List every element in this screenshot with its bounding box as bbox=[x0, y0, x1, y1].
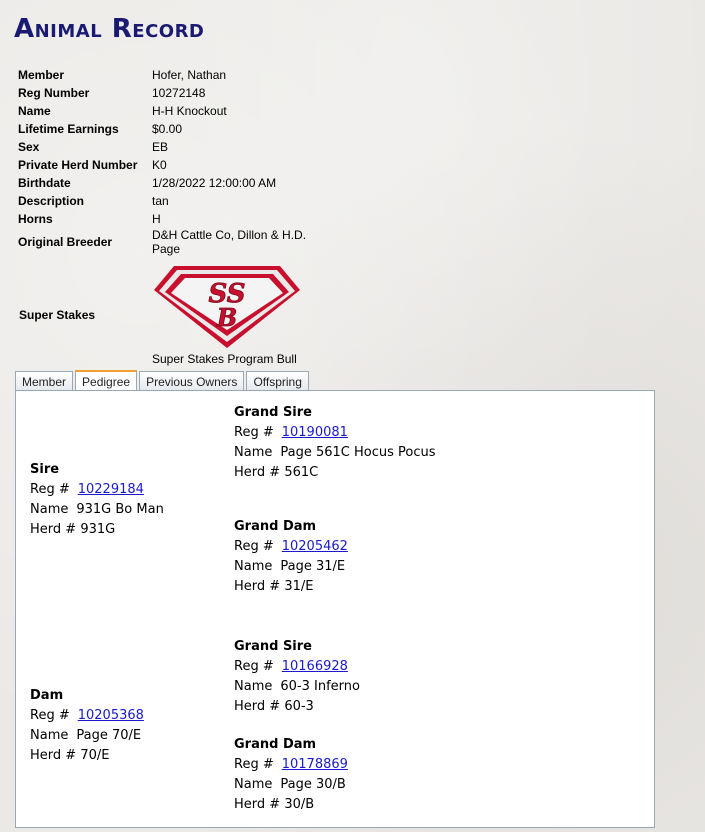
dam-block: Dam Reg # 10205368 Name Page 70/E Herd # 7… bbox=[30, 686, 144, 766]
name-value: Page 70/E bbox=[76, 728, 142, 743]
herd-value: 60-3 bbox=[284, 699, 314, 714]
name-value: Page 561C Hocus Pocus bbox=[280, 445, 436, 460]
block-title: Grand Dam bbox=[234, 737, 317, 752]
record-row-birthdate: Birthdate 1/28/2022 12:00:00 AM bbox=[16, 174, 314, 192]
herd-label: Herd # bbox=[234, 579, 281, 594]
reg-link[interactable]: 10190081 bbox=[282, 425, 348, 440]
name-label: Name bbox=[30, 728, 69, 743]
super-stakes-logo-bottom-text: B bbox=[216, 303, 237, 332]
animal-record-table: Member Hofer, Nathan Reg Number 10272148… bbox=[16, 66, 314, 256]
reg-link[interactable]: 10205462 bbox=[282, 539, 348, 554]
page-title: Animal Record bbox=[14, 14, 205, 44]
reg-label: Reg # bbox=[30, 482, 70, 497]
record-value: $0.00 bbox=[152, 122, 183, 136]
reg-link[interactable]: 10178869 bbox=[282, 757, 348, 772]
record-label: Private Herd Number bbox=[18, 158, 138, 172]
herd-label: Herd # bbox=[30, 522, 77, 537]
herd-value: 561C bbox=[284, 465, 319, 480]
record-value: D&H Cattle Co, Dillon & H.D. Page bbox=[152, 228, 307, 256]
name-value: 931G Bo Man bbox=[76, 502, 164, 517]
name-label: Name bbox=[234, 559, 273, 574]
record-row-description: Description tan bbox=[16, 192, 314, 210]
record-label: Description bbox=[18, 194, 85, 208]
super-stakes-logo: SS B bbox=[154, 266, 300, 348]
record-row-reg-number: Reg Number 10272148 bbox=[16, 84, 314, 102]
record-value: Hofer, Nathan bbox=[152, 68, 227, 82]
herd-value: 31/E bbox=[284, 579, 314, 594]
record-value: K0 bbox=[152, 158, 167, 172]
record-row-name: Name H-H Knockout bbox=[16, 102, 314, 120]
herd-value: 30/B bbox=[284, 797, 315, 812]
tab-previous-owners[interactable]: Previous Owners bbox=[139, 371, 245, 391]
reg-link[interactable]: 10166928 bbox=[282, 659, 348, 674]
reg-label: Reg # bbox=[234, 539, 274, 554]
record-value: 1/28/2022 12:00:00 AM bbox=[152, 176, 277, 190]
record-value: EB bbox=[152, 140, 169, 154]
herd-label: Herd # bbox=[234, 797, 281, 812]
record-label: Reg Number bbox=[18, 86, 90, 100]
block-title: Dam bbox=[30, 688, 64, 703]
herd-label: Herd # bbox=[30, 748, 77, 763]
record-label: Birthdate bbox=[18, 176, 71, 190]
tab-pedigree[interactable]: Pedigree bbox=[75, 370, 138, 392]
herd-value: 70/E bbox=[80, 748, 110, 763]
name-label: Name bbox=[234, 679, 273, 694]
super-stakes-caption: Super Stakes Program Bull bbox=[152, 352, 297, 366]
record-label: Original Breeder bbox=[18, 235, 113, 249]
reg-link[interactable]: 10229184 bbox=[78, 482, 144, 497]
herd-value: 931G bbox=[80, 522, 116, 537]
super-stakes-label: Super Stakes bbox=[19, 308, 96, 322]
record-row-sex: Sex EB bbox=[16, 138, 314, 156]
reg-label: Reg # bbox=[30, 708, 70, 723]
name-value: Page 31/E bbox=[280, 559, 346, 574]
tab-offspring[interactable]: Offspring bbox=[246, 371, 309, 391]
record-value: H bbox=[152, 212, 161, 226]
pedigree-panel: Grand Sire Reg # 10190081 Name Page 561C H… bbox=[15, 390, 655, 828]
sire-block: Sire Reg # 10229184 Name 931G Bo Man Herd … bbox=[30, 460, 164, 540]
name-label: Name bbox=[30, 502, 69, 517]
sire-grand-sire-block: Grand Sire Reg # 10190081 Name Page 561C H… bbox=[234, 403, 436, 483]
reg-label: Reg # bbox=[234, 757, 274, 772]
tab-member[interactable]: Member bbox=[15, 371, 74, 391]
record-tabs: Member Pedigree Previous Owners Offsprin… bbox=[15, 370, 309, 392]
dam-grand-sire-block: Grand Sire Reg # 10166928 Name 60-3 Infern… bbox=[234, 637, 360, 717]
record-row-horns: Horns H bbox=[16, 210, 314, 228]
herd-label: Herd # bbox=[234, 465, 281, 480]
sire-grand-dam-block: Grand Dam Reg # 10205462 Name Page 31/E He… bbox=[234, 517, 348, 597]
name-value: Page 30/B bbox=[280, 777, 346, 792]
record-row-member: Member Hofer, Nathan bbox=[16, 66, 314, 84]
record-label: Sex bbox=[18, 140, 40, 154]
record-label: Horns bbox=[18, 212, 53, 226]
record-label: Name bbox=[18, 104, 51, 118]
reg-label: Reg # bbox=[234, 659, 274, 674]
dam-grand-dam-block: Grand Dam Reg # 10178869 Name Page 30/B He… bbox=[234, 735, 348, 815]
name-label: Name bbox=[234, 445, 273, 460]
name-label: Name bbox=[234, 777, 273, 792]
record-row-private-herd-number: Private Herd Number K0 bbox=[16, 156, 314, 174]
record-value: 10272148 bbox=[152, 86, 206, 100]
record-label: Member bbox=[18, 68, 65, 82]
record-row-lifetime-earnings: Lifetime Earnings $0.00 bbox=[16, 120, 314, 138]
reg-link[interactable]: 10205368 bbox=[78, 708, 144, 723]
record-value: H-H Knockout bbox=[152, 104, 227, 118]
block-title: Grand Dam bbox=[234, 519, 317, 534]
record-row-original-breeder: Original Breeder D&H Cattle Co, Dillon &… bbox=[16, 228, 314, 256]
record-value: tan bbox=[152, 194, 169, 208]
herd-label: Herd # bbox=[234, 699, 281, 714]
block-title: Sire bbox=[30, 462, 60, 477]
block-title: Grand Sire bbox=[234, 405, 312, 420]
name-value: 60-3 Inferno bbox=[280, 679, 360, 694]
block-title: Grand Sire bbox=[234, 639, 312, 654]
reg-label: Reg # bbox=[234, 425, 274, 440]
record-label: Lifetime Earnings bbox=[18, 122, 119, 136]
